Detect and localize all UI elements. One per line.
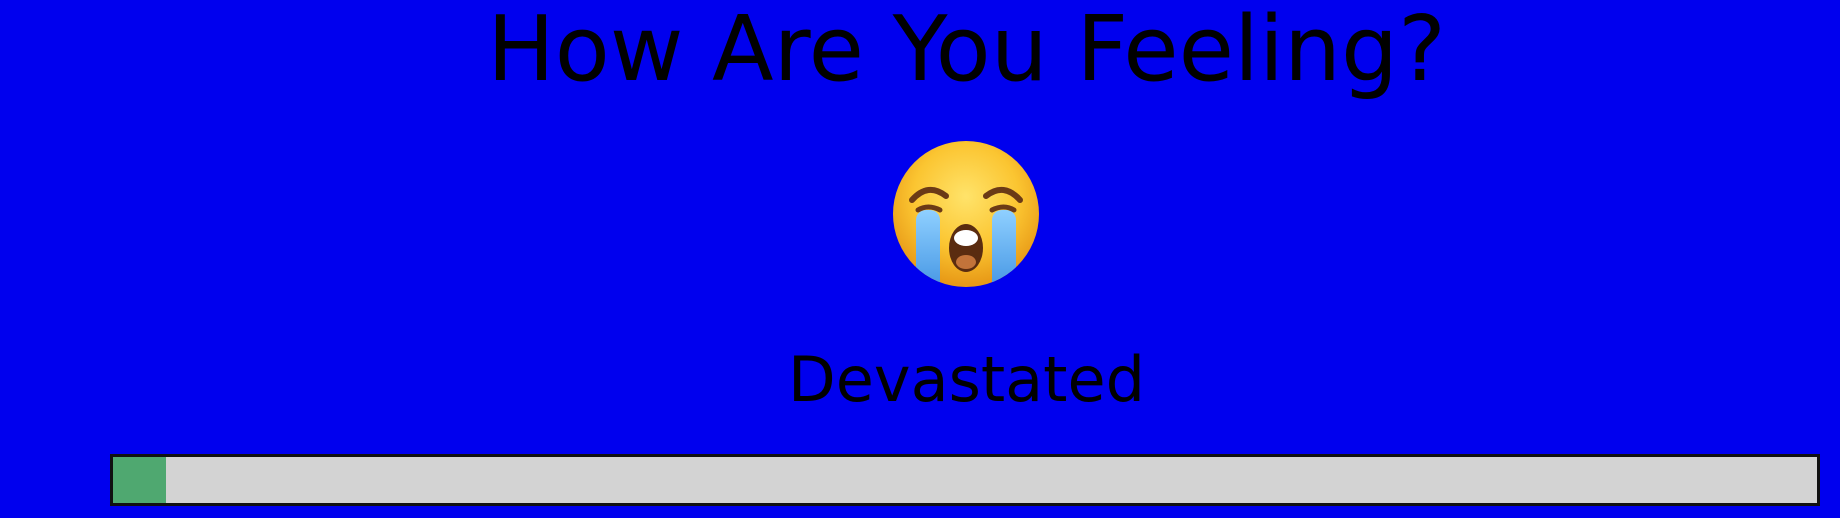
loudly-crying-face-icon <box>890 138 1042 290</box>
mood-slider[interactable] <box>110 454 1820 506</box>
slider-fill <box>113 457 166 503</box>
mood-label: Devastated <box>788 343 1145 416</box>
page-title: How Are You Feeling? <box>487 0 1446 102</box>
mood-page: How Are You Feeling? Devastated <box>0 0 1840 518</box>
